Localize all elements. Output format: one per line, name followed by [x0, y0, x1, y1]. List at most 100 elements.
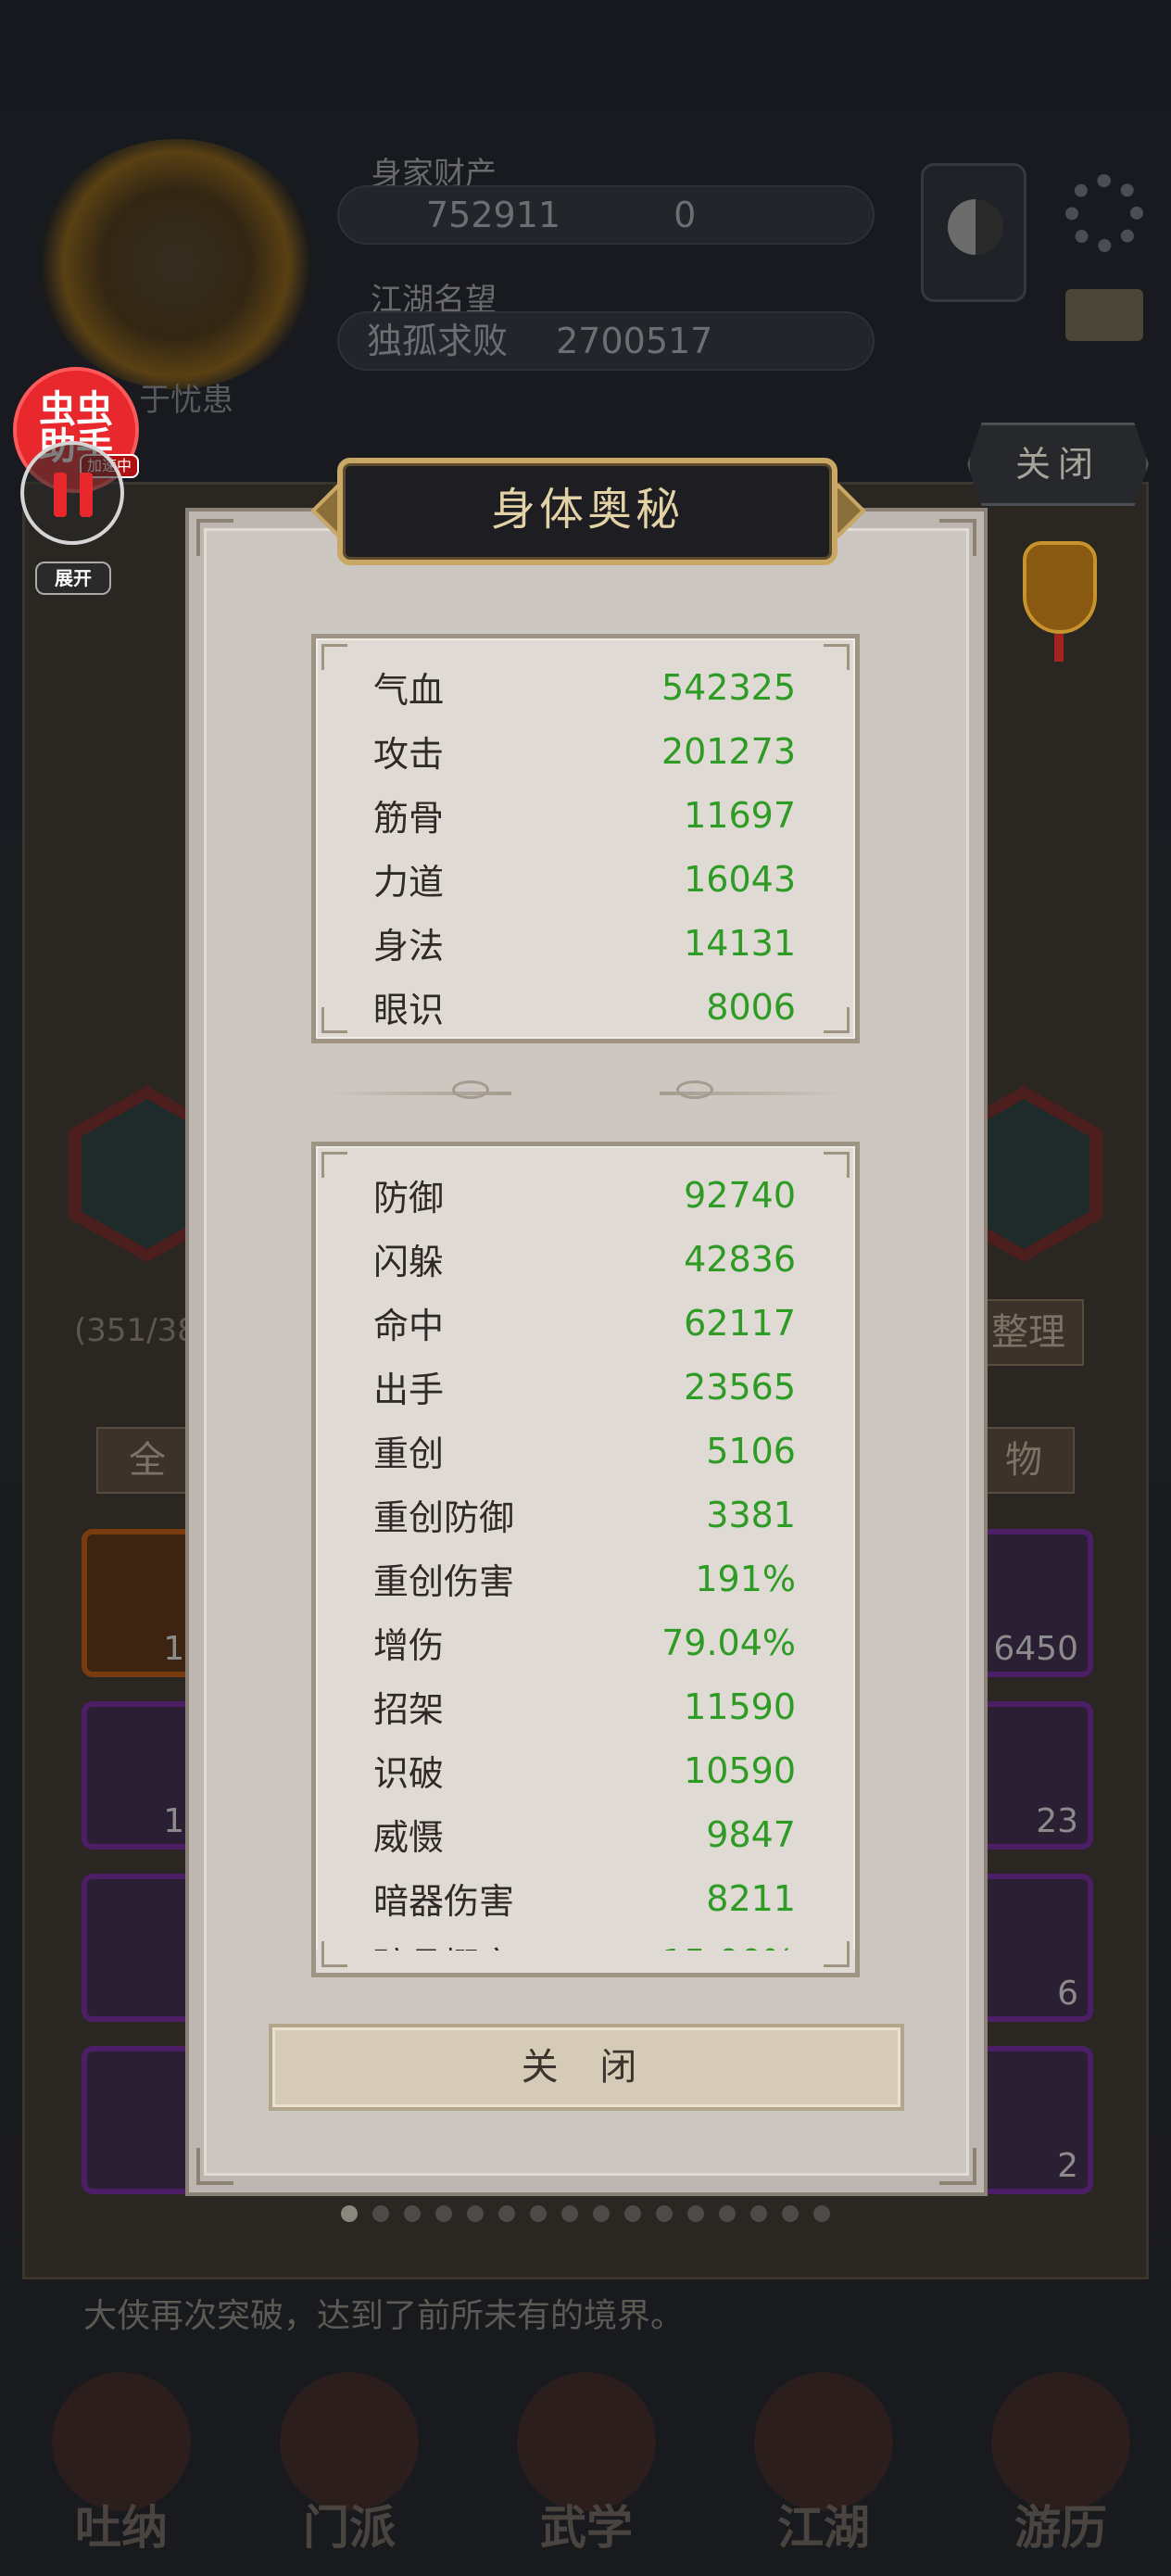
stat-name: 识破: [373, 1753, 445, 1794]
stat-name: 重创伤害: [373, 1561, 515, 1602]
page-dot: [467, 2205, 484, 2222]
stat-row: 暗器伤害 8211: [373, 1866, 796, 1930]
stat-name: 命中: [373, 1306, 445, 1346]
slot-count: 23: [1036, 1802, 1078, 1840]
stat-name: 出手: [373, 1370, 445, 1410]
fame-title: 独孤求败: [367, 321, 509, 361]
player-name: 于忧患: [139, 382, 233, 419]
basic-stats-list: 气血 542325 攻击 201273 筋骨 11697 力道 16043 身法 14131 眼识 8…: [373, 655, 796, 1039]
divider-right: [660, 1092, 845, 1095]
mail-icon[interactable]: [1065, 289, 1143, 341]
page-dot: [813, 2205, 830, 2222]
stat-value: 11697: [684, 794, 796, 836]
stat-row: 力道 16043: [373, 847, 796, 911]
stat-name: 增伤: [373, 1625, 445, 1666]
stat-name: 气血: [373, 670, 445, 711]
expand-button[interactable]: 展开: [35, 562, 111, 595]
stat-value: 23565: [684, 1366, 796, 1408]
stat-value: 9847: [706, 1813, 796, 1855]
page-dot: [404, 2205, 421, 2222]
stat-row: 增伤 79.04%: [373, 1610, 796, 1674]
page-dot: [782, 2205, 799, 2222]
stat-value: 8211: [706, 1877, 796, 1919]
tab-all[interactable]: 全: [96, 1427, 198, 1494]
coin-bar: 752911 0: [337, 185, 875, 245]
stat-row: 重创防御 3381: [373, 1483, 796, 1547]
stat-value: 201273: [661, 730, 796, 772]
stat-value: 542325: [661, 666, 796, 708]
stat-row: 气血 542325: [373, 655, 796, 719]
combat-stats-list[interactable]: 防御 92740 闪躲 42836 命中 62117 出手 23565 重创 5106 重创防御 33…: [373, 1163, 796, 1974]
stat-name: 筋骨: [373, 798, 445, 839]
stat-row: 攻击 201273: [373, 719, 796, 783]
organize-button[interactable]: 整理: [973, 1299, 1084, 1366]
stat-value: 8006: [706, 986, 796, 1028]
nav-martial[interactable]: 武学: [508, 2372, 665, 2557]
stat-row: 眼识 8006: [373, 975, 796, 1039]
stat-row: 重创伤害 191%: [373, 1547, 796, 1610]
page-dot: [750, 2205, 767, 2222]
stat-row: 命中 62117: [373, 1291, 796, 1355]
game-screen: 身家财产 752911 0 江湖名望 独孤求败 2700517 于忧患 (351…: [0, 0, 1171, 2576]
stat-name: 重创防御: [373, 1497, 515, 1538]
close-button[interactable]: 关 闭: [269, 2024, 904, 2111]
pause-icon[interactable]: [20, 441, 124, 545]
page-dot: [498, 2205, 515, 2222]
stat-value: 79.04%: [661, 1622, 796, 1663]
nav-jianghu[interactable]: 江湖: [745, 2372, 902, 2557]
player-portrait[interactable]: [37, 139, 315, 389]
stat-row: 筋骨 11697: [373, 783, 796, 847]
nav-label: 吐纳: [75, 2501, 168, 2555]
divider-ornament: [452, 1080, 489, 1099]
page-indicator: [0, 2205, 1171, 2222]
page-dot: [719, 2205, 736, 2222]
gear-icon[interactable]: [1065, 174, 1143, 252]
stat-name: 暗器伤害: [373, 1881, 515, 1922]
slot-count: 2: [1057, 2147, 1078, 2185]
stat-value: 3381: [706, 1494, 796, 1535]
nav-label: 武学: [540, 2501, 633, 2555]
page-dot: [656, 2205, 673, 2222]
fame-bar: 独孤求败 2700517: [337, 311, 875, 371]
dialog-title: 身体奥秘: [337, 458, 837, 565]
stat-row: 重创 5106: [373, 1419, 796, 1483]
stat-value: 92740: [684, 1174, 796, 1216]
nav-sect[interactable]: 门派: [271, 2372, 428, 2557]
stat-row: 防御 92740: [373, 1163, 796, 1227]
stat-row: 识破 10590: [373, 1738, 796, 1802]
page-dot: [341, 2205, 358, 2222]
divider-ornament: [676, 1080, 713, 1099]
nav-tuna[interactable]: 吐纳: [43, 2372, 200, 2557]
stat-value: 5106: [706, 1430, 796, 1471]
stat-name: 身法: [373, 926, 445, 966]
tab-items[interactable]: 物: [973, 1427, 1075, 1494]
top-close-button[interactable]: 关闭: [967, 423, 1149, 506]
page-dot: [561, 2205, 578, 2222]
basic-stats-box: 气血 542325 攻击 201273 筋骨 11697 力道 16043 身法 14131 眼识 8…: [311, 634, 860, 1043]
stat-name: 重创: [373, 1433, 445, 1474]
stat-row: 威慑 9847: [373, 1802, 796, 1866]
stat-value: 10590: [684, 1749, 796, 1791]
stat-name: 威慑: [373, 1817, 445, 1858]
combat-stats-box[interactable]: 防御 92740 闪躲 42836 命中 62117 出手 23565 重创 5106 重创防御 33…: [311, 1142, 860, 1977]
stat-name: 招架: [373, 1689, 445, 1730]
slot-count: 6450: [993, 1630, 1078, 1668]
slot-count: 6: [1057, 1975, 1078, 2013]
page-dot: [624, 2205, 641, 2222]
page-dot: [435, 2205, 452, 2222]
nav-travel[interactable]: 游历: [982, 2372, 1140, 2557]
gems-value: 0: [674, 195, 697, 235]
page-dot: [687, 2205, 704, 2222]
stat-value: 62117: [684, 1302, 796, 1344]
stat-value: 16043: [684, 858, 796, 900]
stat-name: 力道: [373, 862, 445, 903]
fame-value: 2700517: [556, 321, 713, 361]
taiji-icon[interactable]: [921, 163, 1026, 302]
stat-row: 出手 23565: [373, 1355, 796, 1419]
nav-label: 江湖: [777, 2501, 870, 2555]
pendant-icon[interactable]: [1014, 541, 1106, 662]
stat-name: 防御: [373, 1178, 445, 1219]
page-dot: [530, 2205, 547, 2222]
page-dot: [593, 2205, 610, 2222]
nav-label: 门派: [303, 2501, 396, 2555]
